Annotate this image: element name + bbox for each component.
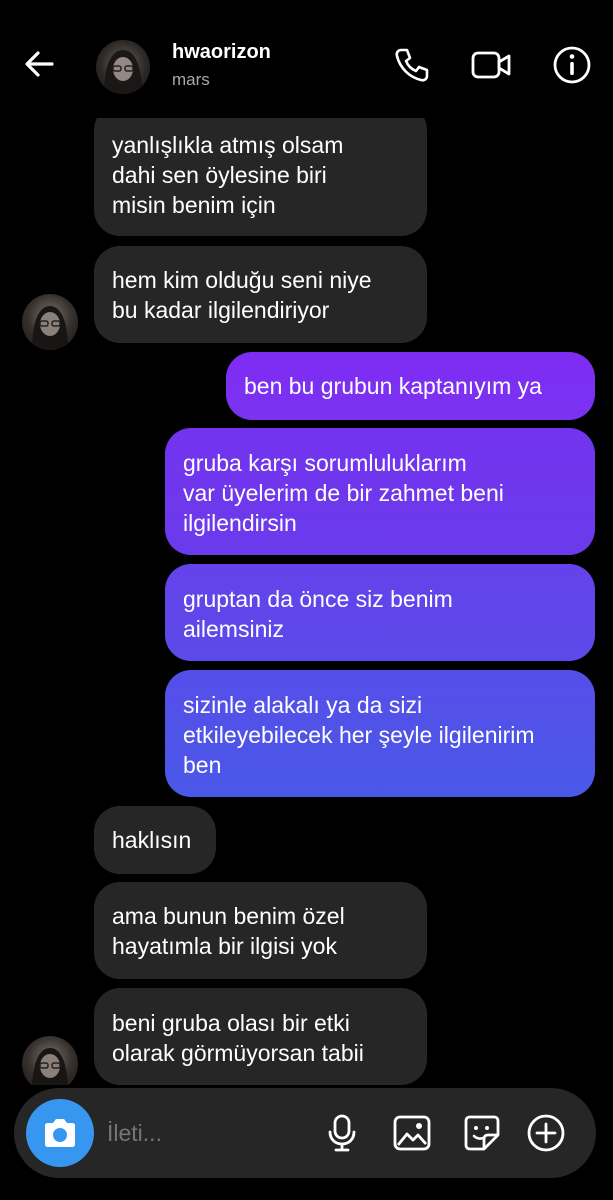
microphone-icon[interactable] [322,1113,362,1153]
message-bubble-incoming[interactable]: hem kim olduğu seni niye bu kadar ilgile… [94,246,427,343]
camera-icon [45,1119,75,1147]
gallery-icon[interactable] [392,1113,432,1153]
video-camera-icon[interactable] [470,44,512,86]
camera-button[interactable] [26,1099,94,1167]
sticker-icon[interactable] [462,1113,502,1153]
plus-icon[interactable] [526,1113,566,1153]
phone-icon[interactable] [390,44,432,86]
message-input[interactable] [107,1118,307,1148]
message-bubble-outgoing[interactable]: ben bu grubun kaptanıyım ya [226,352,595,420]
message-bubble-outgoing[interactable]: gruba karşı sorumluluklarım var üyelerim… [165,428,595,555]
back-arrow-icon[interactable] [22,46,58,82]
sender-avatar[interactable] [22,1036,78,1085]
message-thread[interactable]: yanlışlıkla atmış olsam dahi sen öylesin… [0,0,613,1085]
message-composer [14,1088,596,1178]
contact-name[interactable]: hwaorizon [172,41,271,64]
message-bubble-incoming[interactable]: yanlışlıkla atmış olsam dahi sen öylesin… [94,104,427,236]
message-bubble-outgoing[interactable]: sizinle alakalı ya da sizi etkileyebilec… [165,670,595,797]
contact-subtitle: mars [172,70,210,89]
header-avatar[interactable] [96,40,150,94]
message-bubble-incoming[interactable]: ama bunun benim özel hayatımla bir ilgis… [94,882,427,979]
message-bubble-outgoing[interactable]: gruptan da önce siz benim ailemsiniz [165,564,595,661]
chat-header: hwaorizon mars [0,0,613,118]
message-bubble-incoming[interactable]: beni gruba olası bir etki olarak görmüyo… [94,988,427,1085]
message-bubble-incoming[interactable]: haklısın [94,806,216,874]
sender-avatar[interactable] [22,294,78,350]
info-icon[interactable] [551,44,593,86]
